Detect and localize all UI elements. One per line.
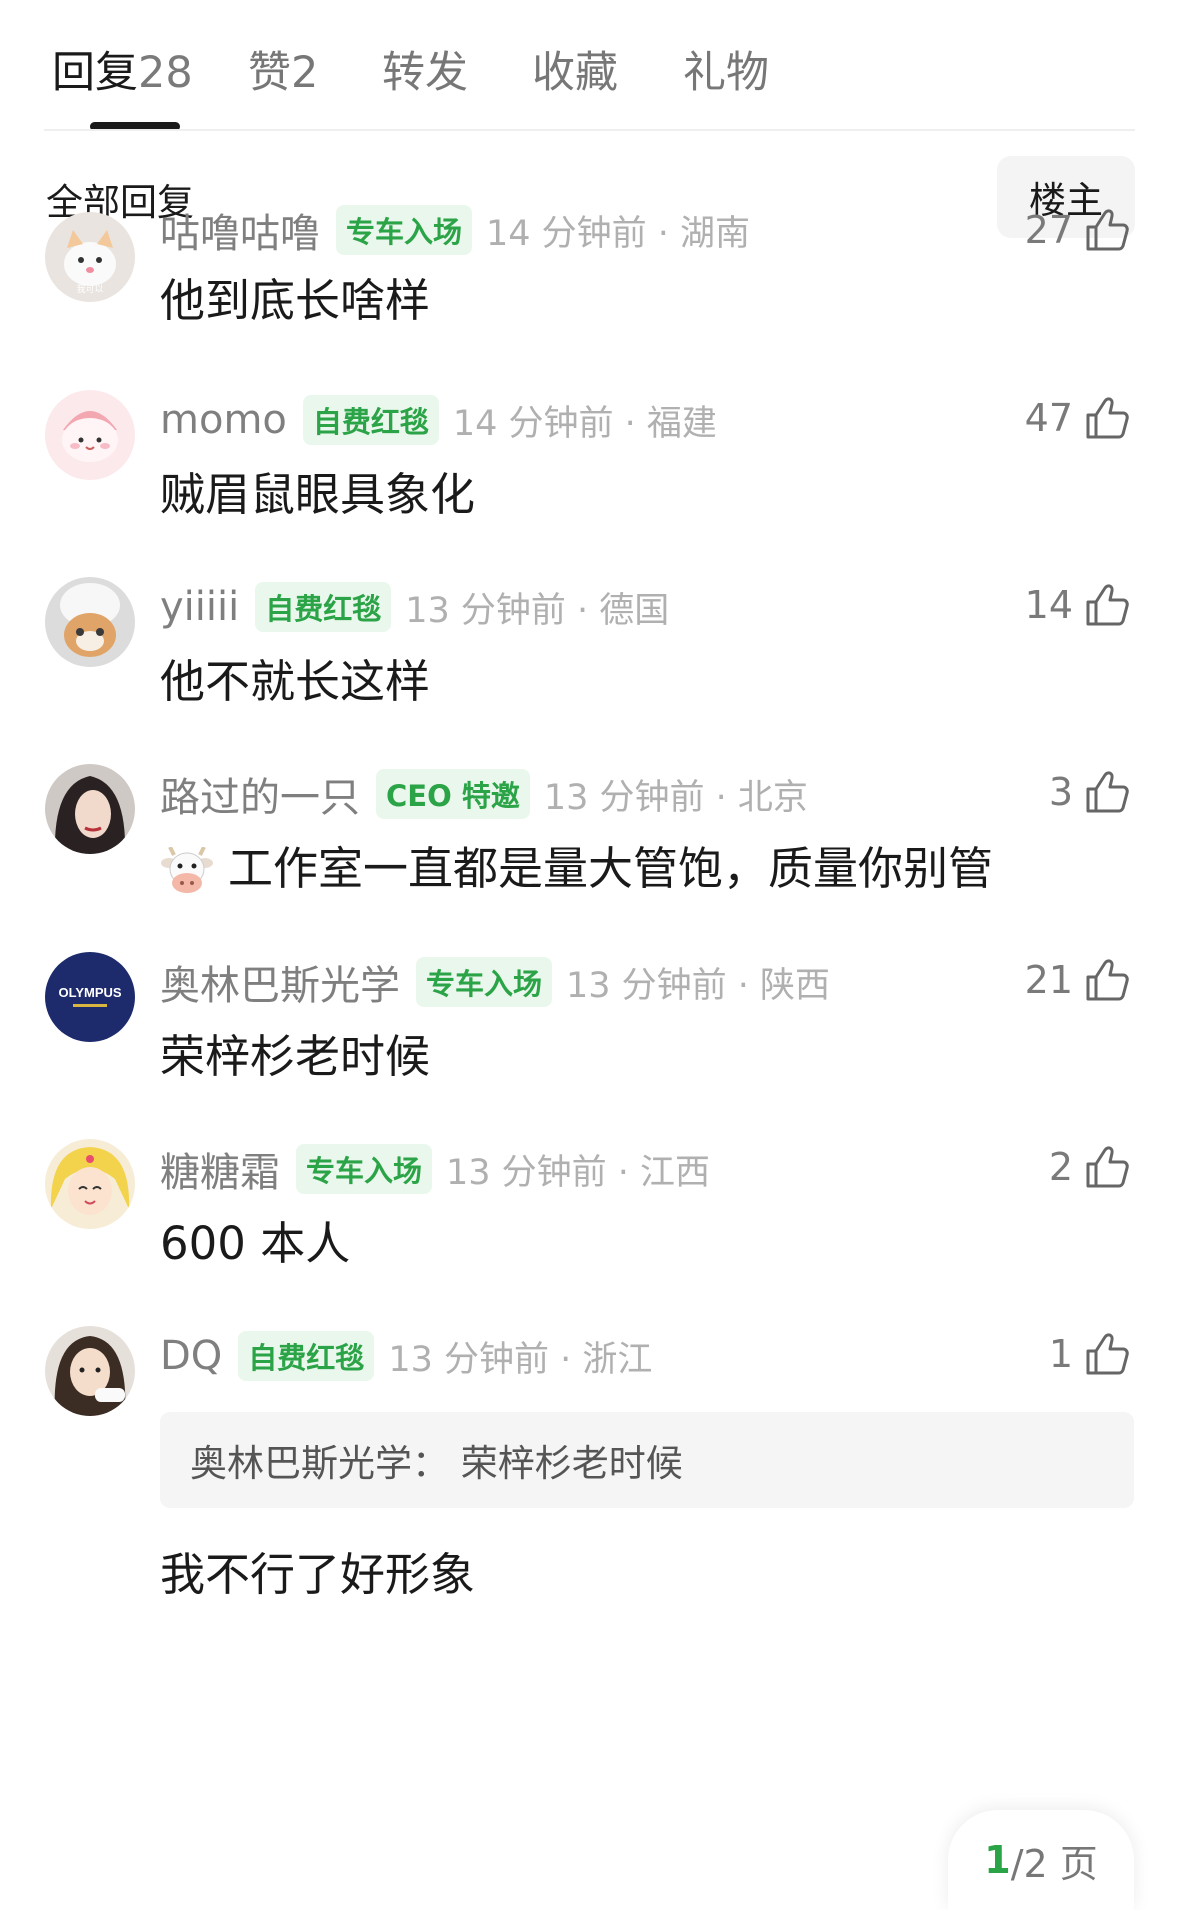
like-count: 3 <box>1048 770 1073 814</box>
comment-text: 工作室一直都是量大管饱，质量你别管 <box>228 842 994 895</box>
thumbs-up-icon <box>1086 584 1129 626</box>
like-button[interactable]: 27 <box>1025 206 1131 254</box>
tab-label: 赞 <box>248 48 291 98</box>
like-count: 27 <box>1024 208 1073 252</box>
avatar[interactable] <box>45 577 135 667</box>
like-count: 21 <box>1024 958 1073 1002</box>
quoted-reply[interactable]: 奥林巴斯光学： 荣梓杉老时候 <box>160 1412 1134 1508</box>
like-button[interactable]: 14 <box>1025 581 1131 629</box>
user-badge: 自费红毯 <box>302 395 439 445</box>
user-badge: 专车入场 <box>296 1144 433 1194</box>
username[interactable]: 咕噜咕噜 <box>160 201 320 259</box>
total-pages: /2 页 <box>1010 1841 1098 1886</box>
like-button[interactable]: 47 <box>1025 394 1131 442</box>
timestamp-location: 13 分钟前 · 江西 <box>446 1152 711 1193</box>
timestamp-location: 13 分钟前 · 浙江 <box>388 1339 653 1380</box>
timestamp-location: 13 分钟前 · 北京 <box>543 777 808 818</box>
tab-label: 回复 <box>52 48 138 98</box>
like-count: 2 <box>1048 1145 1073 1189</box>
avatar[interactable]: OLYMPUS <box>45 952 135 1042</box>
user-badge: 专车入场 <box>336 205 473 255</box>
thumbs-up-icon <box>1086 771 1129 813</box>
timestamp-location: 13 分钟前 · 德国 <box>405 590 670 631</box>
thumbs-up-icon <box>1086 397 1129 439</box>
thumbs-up-icon <box>1086 1146 1129 1188</box>
user-badge: CEO 特邀 <box>376 769 530 819</box>
tab-label: 礼物 <box>683 48 769 98</box>
tab-count: 2 <box>291 48 319 98</box>
timestamp-location: 14 分钟前 · 福建 <box>452 403 717 444</box>
comment-meta: yiiiii 自费红毯 13 分钟前 · 德国 <box>160 579 669 635</box>
avatar[interactable] <box>45 764 135 854</box>
tab-count: 28 <box>138 48 193 98</box>
thumbs-up-icon <box>1086 1333 1129 1375</box>
comment-text: 我不行了好形象 <box>160 1548 476 1601</box>
current-page: 1 <box>984 1838 1011 1882</box>
timestamp-location: 14 分钟前 · 湖南 <box>486 213 751 254</box>
avatar[interactable] <box>45 1326 135 1416</box>
comment-meta: 奥林巴斯光学 专车入场 13 分钟前 · 陕西 <box>160 954 830 1010</box>
username[interactable]: 糖糖霜 <box>160 1140 280 1198</box>
like-count: 47 <box>1024 396 1073 440</box>
like-button[interactable]: 2 <box>1049 1143 1131 1191</box>
tab-favorites[interactable]: 收藏 <box>532 38 618 100</box>
thumbs-up-icon <box>1086 959 1129 1001</box>
username[interactable]: DQ <box>160 1333 222 1379</box>
comment-meta: 糖糖霜 专车入场 13 分钟前 · 江西 <box>160 1141 710 1197</box>
username[interactable]: yiiiii <box>160 584 239 630</box>
like-button[interactable]: 1 <box>1049 1330 1131 1378</box>
comment-text-row: 工作室一直都是量大管饱，质量你别管 <box>160 832 993 897</box>
tab-likes[interactable]: 赞2 <box>248 38 318 100</box>
comment-text: 他到底长啥样 <box>160 274 431 327</box>
tab-reposts[interactable]: 转发 <box>382 38 468 100</box>
like-count: 14 <box>1024 583 1073 627</box>
cow-face-icon <box>161 847 213 893</box>
tab-gifts[interactable]: 礼物 <box>683 38 769 100</box>
username[interactable]: 奥林巴斯光学 <box>160 953 400 1011</box>
timestamp-location: 13 分钟前 · 陕西 <box>566 965 831 1006</box>
tab-replies[interactable]: 回复28 <box>52 38 193 100</box>
comment-text: 600 本人 <box>160 1217 351 1270</box>
avatar-caption: 我可以 <box>76 284 103 295</box>
divider <box>44 129 1135 131</box>
like-button[interactable]: 3 <box>1049 768 1131 816</box>
avatar[interactable] <box>45 1139 135 1229</box>
like-count: 1 <box>1048 1332 1073 1376</box>
tab-label: 收藏 <box>532 48 618 98</box>
like-button[interactable]: 21 <box>1025 956 1131 1004</box>
user-badge: 专车入场 <box>416 957 553 1007</box>
comment-meta: 咕噜咕噜 专车入场 14 分钟前 · 湖南 <box>160 202 750 258</box>
username[interactable]: momo <box>160 397 287 443</box>
comment-meta: DQ 自费红毯 13 分钟前 · 浙江 <box>160 1328 652 1384</box>
logo-stripe <box>73 1004 107 1007</box>
tab-bar: 回复28 赞2 转发 收藏 礼物 <box>0 0 1179 132</box>
avatar[interactable]: 我可以 <box>45 212 135 302</box>
username[interactable]: 路过的一只 <box>160 765 360 823</box>
tab-label: 转发 <box>382 48 468 98</box>
avatar[interactable] <box>45 390 135 480</box>
comment-text: 他不就长这样 <box>160 655 431 708</box>
comment-meta: 路过的一只 CEO 特邀 13 分钟前 · 北京 <box>160 766 808 822</box>
avatar-logo-text: OLYMPUS <box>58 985 122 1000</box>
thumbs-up-icon <box>1086 209 1129 251</box>
comment-text: 荣梓杉老时候 <box>160 1030 431 1083</box>
comment-text: 贼眉鼠眼具象化 <box>160 468 476 521</box>
comment-meta: momo 自费红毯 14 分钟前 · 福建 <box>160 392 717 448</box>
page-indicator[interactable]: 1/2 页 <box>948 1810 1134 1910</box>
user-badge: 自费红毯 <box>255 582 392 632</box>
user-badge: 自费红毯 <box>238 1331 375 1381</box>
